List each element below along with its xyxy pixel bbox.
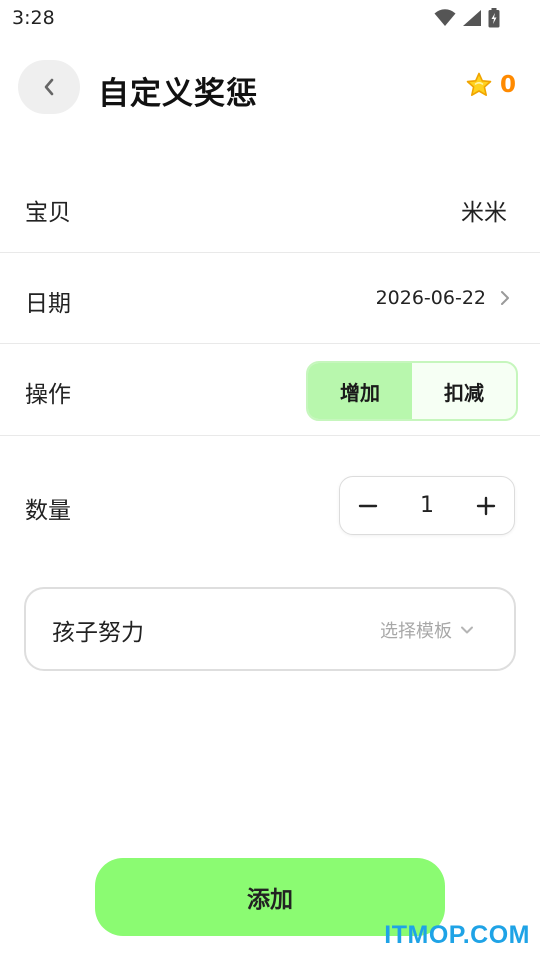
page: 3:28 自定义奖惩 0 宝贝 米米 日期 2026-06-22 操作 增加 扣…: [0, 0, 540, 960]
decrement-button[interactable]: [340, 477, 396, 534]
star-icon: [466, 72, 492, 96]
wifi-icon: [434, 9, 456, 26]
operation-option-decrease[interactable]: 扣减: [412, 363, 516, 419]
score-value: 0: [499, 72, 516, 98]
increment-button[interactable]: [458, 477, 514, 534]
back-button[interactable]: [18, 60, 80, 114]
divider: [0, 435, 540, 436]
quantity-label: 数量: [25, 498, 71, 524]
minus-icon: [358, 504, 378, 507]
baby-label: 宝贝: [25, 200, 71, 226]
date-value: 2026-06-22: [375, 287, 486, 309]
reason-field[interactable]: 孩子努力 选择模板: [24, 587, 516, 671]
reason-text: 孩子努力: [52, 620, 144, 646]
page-title: 自定义奖惩: [98, 76, 258, 112]
battery-icon: [488, 8, 500, 28]
status-icons: [434, 7, 500, 29]
chevron-right-icon: [501, 291, 509, 305]
plus-icon: [476, 496, 496, 515]
header: 自定义奖惩 0: [0, 58, 540, 118]
quantity-value: 1: [420, 493, 434, 518]
signal-icon: [463, 10, 481, 26]
chevron-down-icon: [461, 626, 473, 634]
operation-toggle: 增加 扣减: [306, 361, 518, 421]
divider: [0, 343, 540, 344]
chevron-left-icon: [44, 78, 54, 96]
baby-value: 米米: [461, 200, 507, 226]
operation-option-increase[interactable]: 增加: [308, 363, 412, 419]
operation-label: 操作: [25, 382, 71, 408]
watermark: ITMOP.COM: [384, 921, 530, 949]
status-bar: 3:28: [0, 0, 540, 38]
template-select-label: 选择模板: [380, 621, 452, 642]
date-label: 日期: [25, 291, 71, 317]
status-time: 3:28: [12, 7, 55, 29]
quantity-stepper: 1: [339, 476, 515, 535]
score-display: 0: [466, 72, 516, 98]
divider: [0, 252, 540, 253]
template-select[interactable]: 选择模板: [380, 617, 474, 643]
